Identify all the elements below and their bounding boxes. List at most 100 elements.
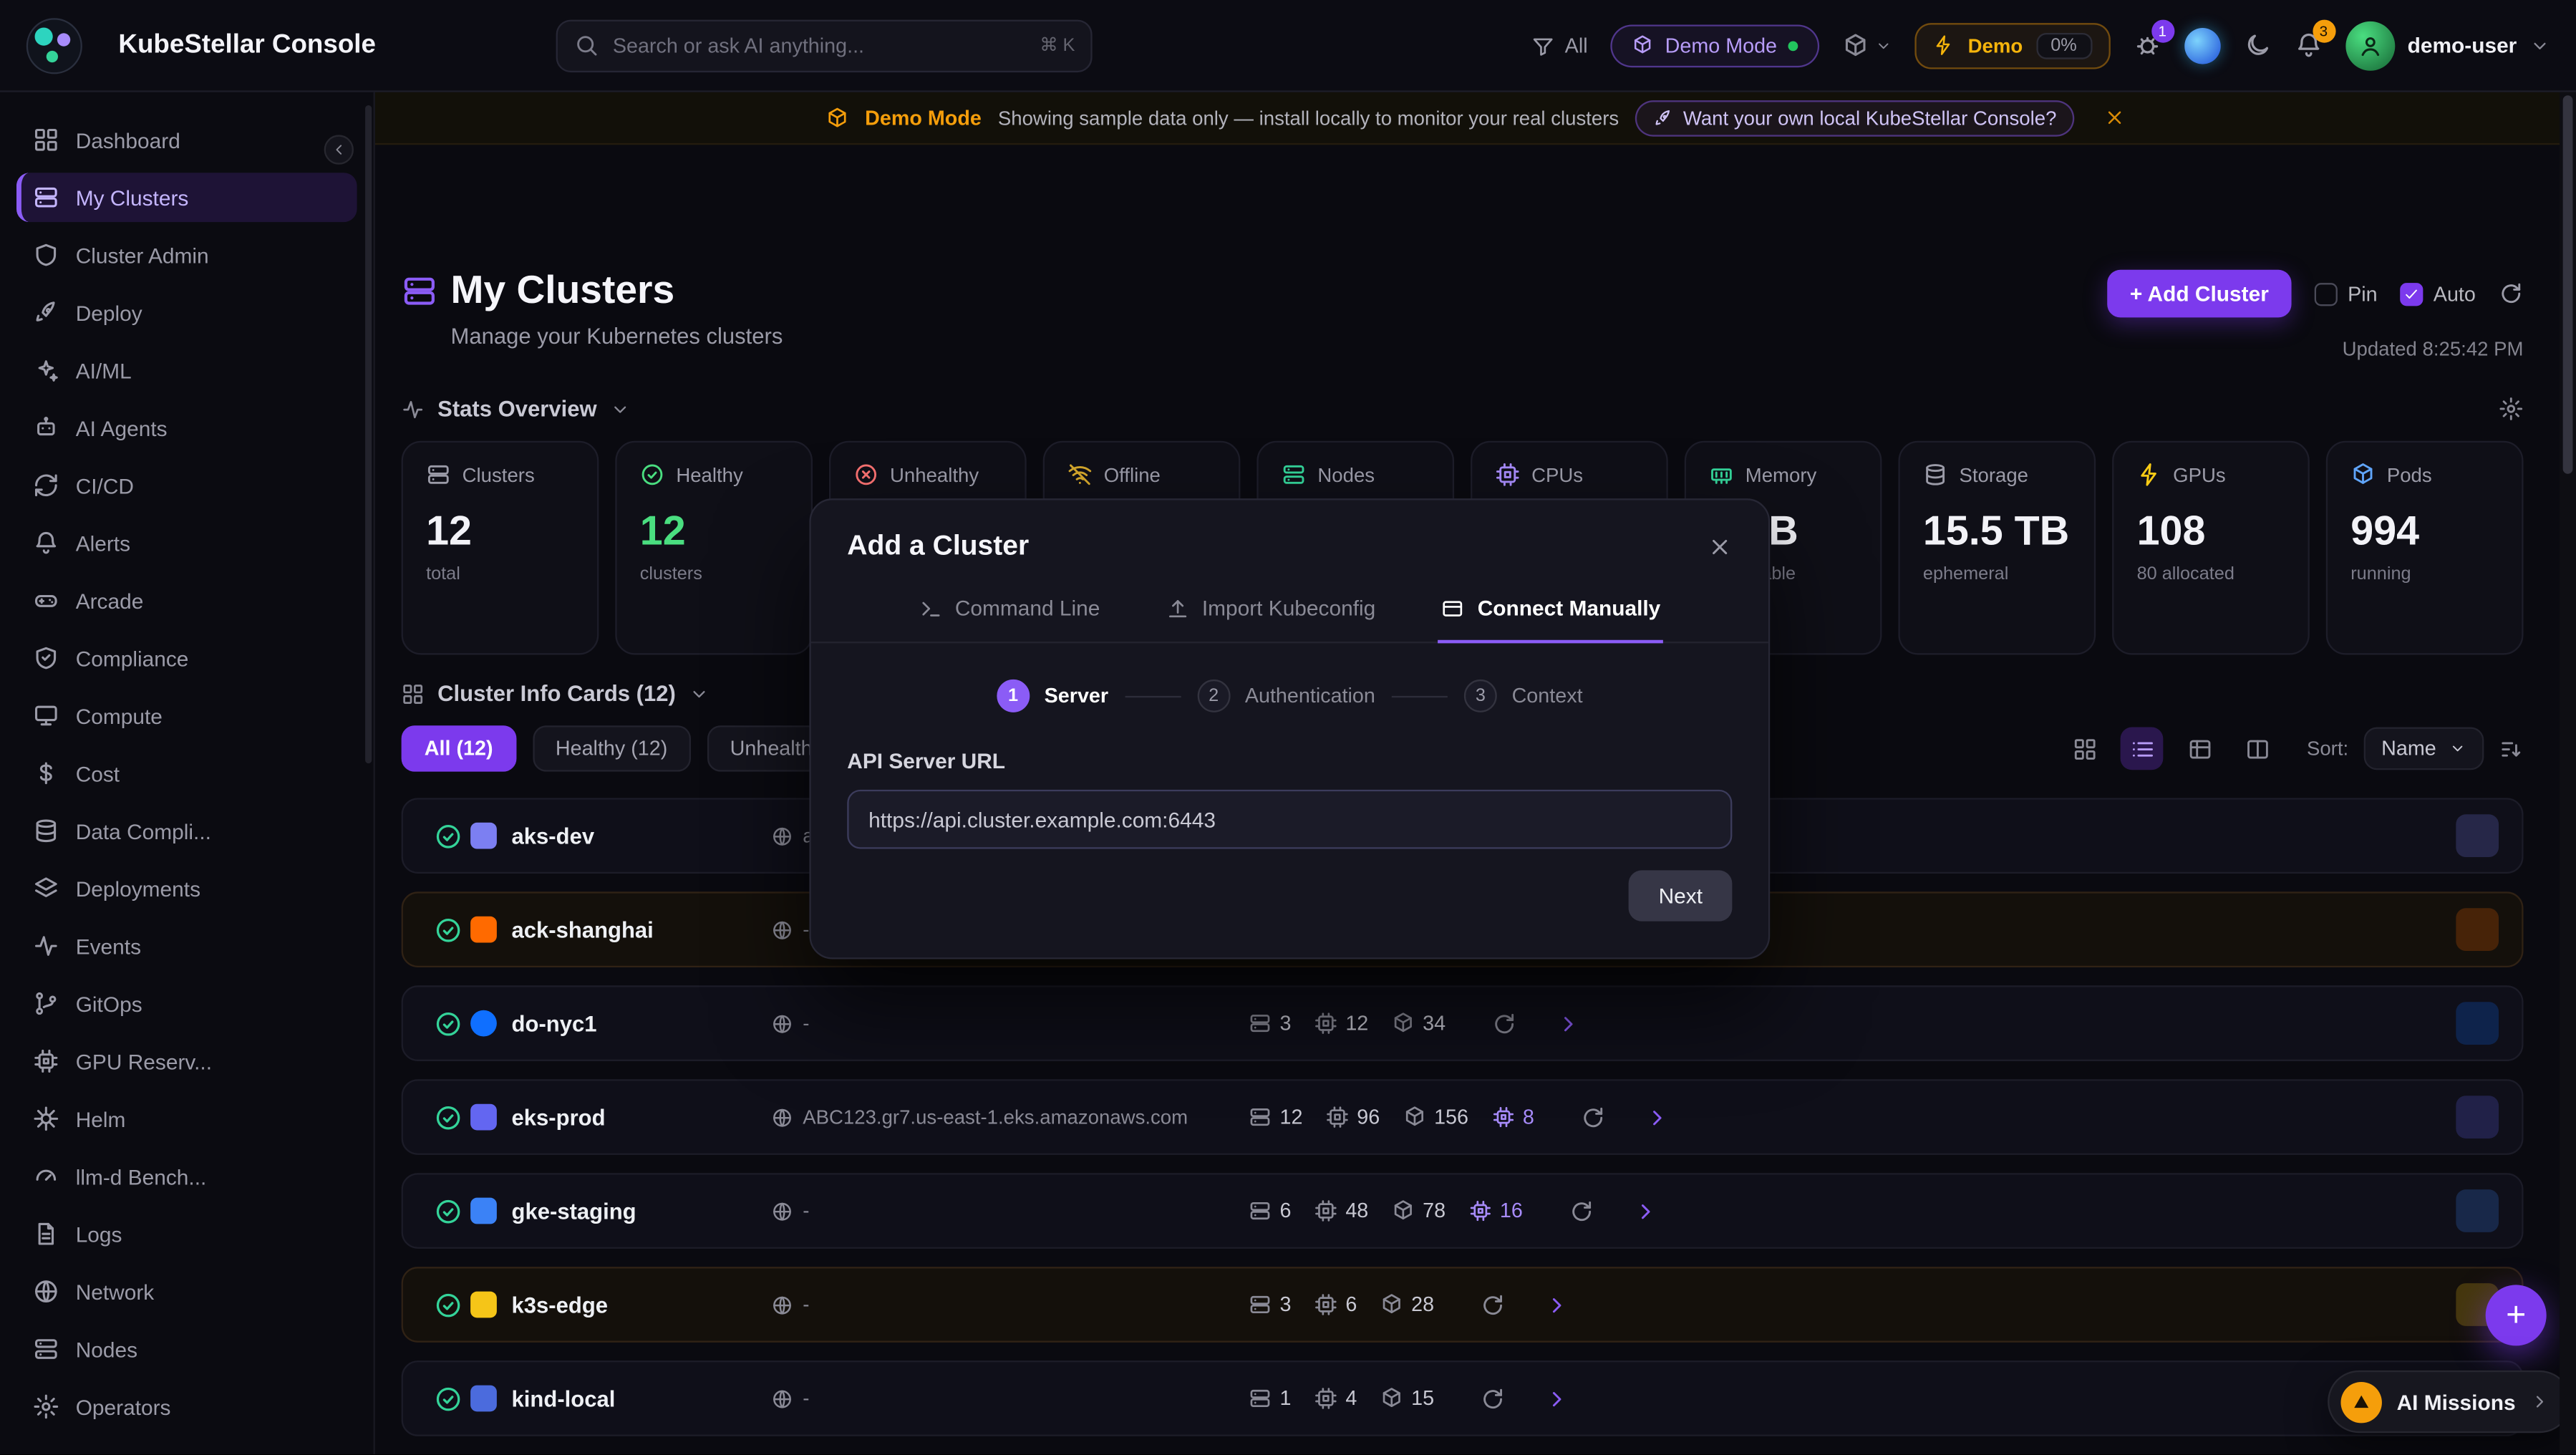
auto-checkbox[interactable]: Auto (2401, 282, 2476, 305)
globe-icon (772, 1012, 793, 1034)
stat-card-pods[interactable]: Pods994running (2326, 441, 2524, 655)
cluster-row-kind-local[interactable]: kind-local-1415 (402, 1360, 2524, 1436)
sidebar-item-gitops[interactable]: GitOps (16, 979, 357, 1028)
page-scrollbar[interactable] (2560, 92, 2576, 1454)
theme-toggle[interactable] (2243, 32, 2271, 59)
row-refresh-icon[interactable] (1580, 1105, 1604, 1129)
sidebar-collapse-button[interactable] (324, 135, 354, 164)
row-refresh-icon[interactable] (1480, 1292, 1504, 1317)
demo-progress-meter[interactable]: Demo 0% (1915, 22, 2110, 68)
sidebar-item-data-compli[interactable]: Data Compli... (16, 806, 357, 856)
context-switcher[interactable] (1843, 32, 1892, 59)
sidebar-item-logs[interactable]: Logs (16, 1209, 357, 1259)
sidebar-item-network[interactable]: Network (16, 1267, 357, 1316)
sidebar-item-ci-cd[interactable]: CI/CD (16, 460, 357, 510)
row-refresh-icon[interactable] (1491, 1011, 1516, 1035)
modal-tab-import-kubeconfig[interactable]: Import Kubeconfig (1163, 582, 1379, 643)
topbar-actions: All Demo Mode Demo 0% 1 (1532, 21, 2550, 70)
modal-tab-command-line[interactable]: Command Line (916, 582, 1103, 643)
sidebar-item-deploy[interactable]: Deploy (16, 288, 357, 337)
cluster-row-gke-staging[interactable]: gke-staging-6487816 (402, 1173, 2524, 1249)
user-menu[interactable]: demo-user (2345, 21, 2550, 70)
scrollbar-thumb[interactable] (2563, 95, 2573, 473)
step-server[interactable]: 1Server (997, 680, 1108, 712)
row-refresh-icon[interactable] (1480, 1386, 1504, 1411)
globe-icon (772, 1388, 793, 1409)
gear-icon[interactable] (2499, 397, 2523, 421)
stats-section-header[interactable]: Stats Overview (402, 397, 2524, 421)
sort-order-icon[interactable] (2499, 736, 2523, 760)
sidebar-item-compliance[interactable]: Compliance (16, 634, 357, 683)
chevron-down-icon (689, 684, 709, 704)
row-chevron-right-icon[interactable] (1556, 1011, 1580, 1035)
sidebar-item-deployments[interactable]: Deployments (16, 864, 357, 913)
stat-card-gpus[interactable]: GPUs10880 allocated (2112, 441, 2310, 655)
pin-checkbox-box[interactable] (2315, 282, 2338, 305)
sidebar-item-ai-agents[interactable]: AI Agents (16, 403, 357, 453)
cpus-stat: 96 (1326, 1106, 1380, 1128)
sidebar-item-gpu-reserv[interactable]: GPU Reserv... (16, 1036, 357, 1086)
add-fab-button[interactable]: + (2486, 1285, 2547, 1345)
row-refresh-icon[interactable] (1569, 1199, 1593, 1223)
debug-button[interactable]: 1 (2133, 32, 2161, 59)
sidebar-item-operators[interactable]: Operators (16, 1382, 357, 1431)
next-button[interactable]: Next (1629, 870, 1732, 921)
auto-checkbox-box[interactable] (2401, 282, 2424, 305)
sidebar-item-cost[interactable]: Cost (16, 748, 357, 798)
view-grid-button[interactable] (2063, 728, 2106, 770)
pin-checkbox[interactable]: Pin (2315, 282, 2377, 305)
sidebar-item-dashboard[interactable]: Dashboard (16, 115, 357, 165)
stat-card-clusters[interactable]: Clusters12total (402, 441, 599, 655)
row-chevron-right-icon[interactable] (1544, 1292, 1569, 1317)
add-cluster-modal: Add a Cluster Command LineImport Kubecon… (809, 498, 1770, 959)
step-context[interactable]: 3Context (1464, 680, 1583, 712)
banner-close-icon[interactable] (2104, 107, 2126, 128)
stat-card-healthy[interactable]: Healthy12clusters (615, 441, 813, 655)
cluster-row-eks-prod[interactable]: eks-prodABC123.gr7.us-east-1.eks.amazona… (402, 1079, 2524, 1155)
memory-icon (1709, 463, 1733, 487)
sidebar-item-cluster-admin[interactable]: Cluster Admin (16, 231, 357, 280)
view-columns-button[interactable] (2236, 728, 2279, 770)
row-chevron-right-icon[interactable] (1544, 1386, 1569, 1411)
globe-status-icon[interactable] (2184, 27, 2220, 64)
add-cluster-button[interactable]: + Add Cluster (2107, 270, 2292, 318)
provider-ack-icon (470, 917, 497, 943)
chevron-down-icon (610, 399, 630, 419)
notifications-button[interactable]: 3 (2294, 32, 2322, 59)
cluster-name: do-nyc1 (512, 1011, 772, 1035)
chevron-down-icon (1876, 37, 1892, 54)
view-list-button[interactable] (2121, 728, 2164, 770)
banner-cta-button[interactable]: Want your own local KubeStellar Console? (1635, 100, 2074, 136)
sort-select[interactable]: Name (2363, 728, 2484, 770)
sidebar-item-nodes[interactable]: Nodes (16, 1325, 357, 1374)
cluster-row-do-nyc1[interactable]: do-nyc1-31234 (402, 985, 2524, 1061)
cluster-row-k3s-edge[interactable]: k3s-edge-3628 (402, 1267, 2524, 1343)
api-server-url-input[interactable] (847, 790, 1732, 849)
sidebar-item-helm[interactable]: Helm (16, 1094, 357, 1144)
modal-close-icon[interactable] (1708, 534, 1732, 559)
stat-value: 15.5 TB (1923, 510, 2071, 554)
filter-button[interactable]: All (1532, 34, 1588, 57)
view-table-button[interactable] (2179, 728, 2222, 770)
step-authentication[interactable]: 2Authentication (1197, 680, 1375, 712)
row-chevron-right-icon[interactable] (1633, 1199, 1657, 1223)
sidebar-item-alerts[interactable]: Alerts (16, 518, 357, 568)
demo-mode-pill[interactable]: Demo Mode (1611, 24, 1820, 67)
filter-healthy-12[interactable]: Healthy (12) (533, 725, 691, 771)
ai-missions-button[interactable]: AI Missions (2328, 1371, 2572, 1433)
stat-card-storage[interactable]: Storage15.5 TBephemeral (1898, 441, 2096, 655)
refresh-icon[interactable] (2499, 281, 2523, 306)
row-chevron-right-icon[interactable] (1645, 1105, 1669, 1129)
filter-all-12[interactable]: All (12) (402, 725, 516, 771)
sidebar-item-compute[interactable]: Compute (16, 691, 357, 740)
sidebar-scrollbar[interactable] (365, 105, 372, 763)
sidebar-item-llm-d-bench[interactable]: llm-d Bench... (16, 1151, 357, 1201)
server-icon (1282, 463, 1306, 487)
sidebar-item-my-clusters[interactable]: My Clusters (16, 173, 357, 222)
sidebar-item-arcade[interactable]: Arcade (16, 576, 357, 625)
sidebar-item-events[interactable]: Events (16, 922, 357, 971)
search-input[interactable] (613, 34, 1027, 57)
sidebar-item-ai-ml[interactable]: AI/ML (16, 345, 357, 395)
global-search[interactable]: ⌘ K (557, 19, 1093, 72)
modal-tab-connect-manually[interactable]: Connect Manually (1438, 582, 1664, 643)
